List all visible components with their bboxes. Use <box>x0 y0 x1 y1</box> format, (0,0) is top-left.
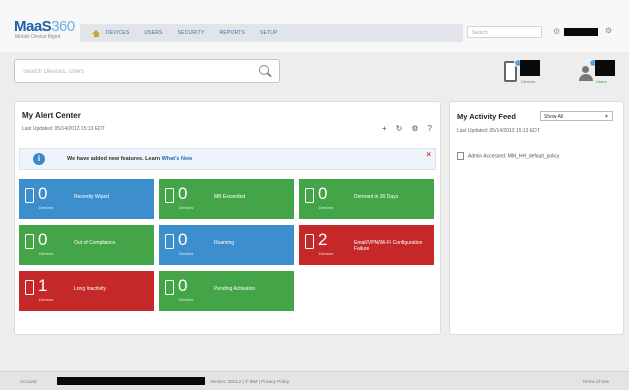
version-info: Version: 2013.2 | © IBM | Privacy Policy <box>210 379 290 384</box>
close-icon[interactable]: × <box>426 150 431 159</box>
device-icon <box>305 234 314 249</box>
alert-center-panel: My Alert Center Last Updated: 05/14/2013… <box>14 101 441 335</box>
alert-label: Long Inactivity <box>74 286 106 292</box>
alert-count: 0 <box>318 184 328 203</box>
alert-count: 0 <box>38 230 48 249</box>
search-box <box>14 59 280 83</box>
main-nav: Devices Users Security Reports Setup <box>80 24 463 42</box>
users-stat-label: Users <box>596 79 607 84</box>
alert-unit: Devices <box>39 251 54 256</box>
help-icon[interactable]: ? <box>428 124 432 133</box>
activity-filter-select[interactable]: Show All ▼ <box>540 111 613 121</box>
help-icon[interactable]: ⚙ <box>605 26 612 35</box>
activity-feed-panel: My Activity Feed Show All ▼ Last Updated:… <box>449 101 624 335</box>
settings-icon[interactable]: ⚙ <box>411 124 418 133</box>
nav-reports[interactable]: Reports <box>219 30 244 36</box>
alert-center-updated: Last Updated: 05/14/2013 15:13 EDT <box>22 126 105 132</box>
home-icon[interactable] <box>92 29 100 37</box>
activity-feed-updated: Last Updated: 05/14/2013 15:13 EDT <box>457 128 540 134</box>
notice-text: We have added new features. Learn What's… <box>67 156 193 162</box>
alert-label: Recently Wiped <box>74 194 110 200</box>
alert-unit: Devices <box>319 205 334 210</box>
status-bar: Account: Version: 2013.2 | © IBM | Priva… <box>0 371 629 390</box>
terms-link[interactable]: Terms of Use <box>582 379 609 384</box>
alert-tile[interactable]: 0 Devices Out of Compliance <box>19 225 154 265</box>
alert-count: 0 <box>38 184 48 203</box>
alert-tile[interactable]: 2 Devices Email/VPN/Wi-Fi Configuration Fa… <box>299 225 434 265</box>
device-icon <box>25 234 34 249</box>
device-icon <box>305 188 314 203</box>
devices-stat-label: Devices <box>521 79 536 84</box>
alert-unit: Devices <box>179 205 194 210</box>
alert-center-tools: + ↻ ⚙ ? <box>382 124 432 133</box>
search-input[interactable] <box>21 64 245 80</box>
redacted-count <box>595 60 615 76</box>
alert-label: Out of Compliance <box>74 240 116 246</box>
alert-unit: Devices <box>39 297 54 302</box>
activity-item[interactable]: Admin Accessed: MM_HH_default_policy <box>457 152 559 160</box>
whats-new-link[interactable]: What's New <box>162 156 193 162</box>
document-icon <box>457 152 464 160</box>
logo-tagline: Mobile Device Mgmt <box>15 34 61 40</box>
device-icon <box>165 234 174 249</box>
alert-label: Dormant in 30 Days <box>354 194 399 200</box>
alert-tile[interactable]: 0 Devices Pending Activation <box>159 271 294 311</box>
maas360-logo[interactable]: MaaS360 <box>14 18 75 35</box>
alert-tile[interactable]: 0 Devices Recently Wiped <box>19 179 154 219</box>
redacted-account <box>57 377 205 385</box>
refresh-icon[interactable]: ↻ <box>396 124 403 133</box>
user-icon <box>579 66 593 81</box>
devices-stat[interactable]: Devices <box>504 57 554 97</box>
alert-tile[interactable]: 0 Devices Dormant in 30 Days <box>299 179 434 219</box>
alert-tile[interactable]: 1 Devices Long Inactivity <box>19 271 154 311</box>
device-icon <box>165 188 174 203</box>
nav-security[interactable]: Security <box>178 30 205 36</box>
top-search-input[interactable]: Search <box>467 26 542 38</box>
alert-unit: Devices <box>179 251 194 256</box>
alert-label: Pending Activation <box>214 286 256 292</box>
new-features-notice: i We have added new features. Learn What… <box>19 148 436 170</box>
users-stat[interactable]: Users <box>579 57 629 97</box>
info-icon: i <box>33 153 45 165</box>
add-icon[interactable]: + <box>382 124 387 133</box>
alert-tile[interactable]: 0 Devices Roaming <box>159 225 294 265</box>
redacted-count <box>520 60 540 76</box>
alert-label: Roaming <box>214 240 235 246</box>
alert-count: 0 <box>178 184 188 203</box>
chevron-down-icon: ▼ <box>604 114 609 120</box>
redacted-username <box>564 28 598 36</box>
device-icon <box>165 280 174 295</box>
device-icon <box>25 280 34 295</box>
alert-label: Email/VPN/Wi-Fi Configuration Failure <box>354 240 423 252</box>
alert-unit: Devices <box>39 205 54 210</box>
device-icon <box>25 188 34 203</box>
alert-center-title: My Alert Center <box>22 111 81 120</box>
alert-count: 2 <box>318 230 328 249</box>
alert-unit: Devices <box>179 297 194 302</box>
alert-count: 0 <box>178 230 188 249</box>
nav-users[interactable]: Users <box>144 30 162 36</box>
nav-devices[interactable]: Devices <box>106 30 129 36</box>
search-icon[interactable] <box>259 65 269 75</box>
top-bar: MaaS360 Mobile Device Mgmt Devices Users… <box>0 0 629 52</box>
activity-feed-title: My Activity Feed <box>457 112 516 121</box>
alert-label: MB Exceeded <box>214 194 246 200</box>
alert-unit: Devices <box>319 251 334 256</box>
gear-icon[interactable]: ⚙ <box>553 27 560 36</box>
alert-tile[interactable]: 0 Devices MB Exceeded <box>159 179 294 219</box>
alert-count: 0 <box>178 276 188 295</box>
account-label: Account: <box>20 379 38 384</box>
alert-count: 1 <box>38 276 48 295</box>
nav-setup[interactable]: Setup <box>260 30 278 36</box>
